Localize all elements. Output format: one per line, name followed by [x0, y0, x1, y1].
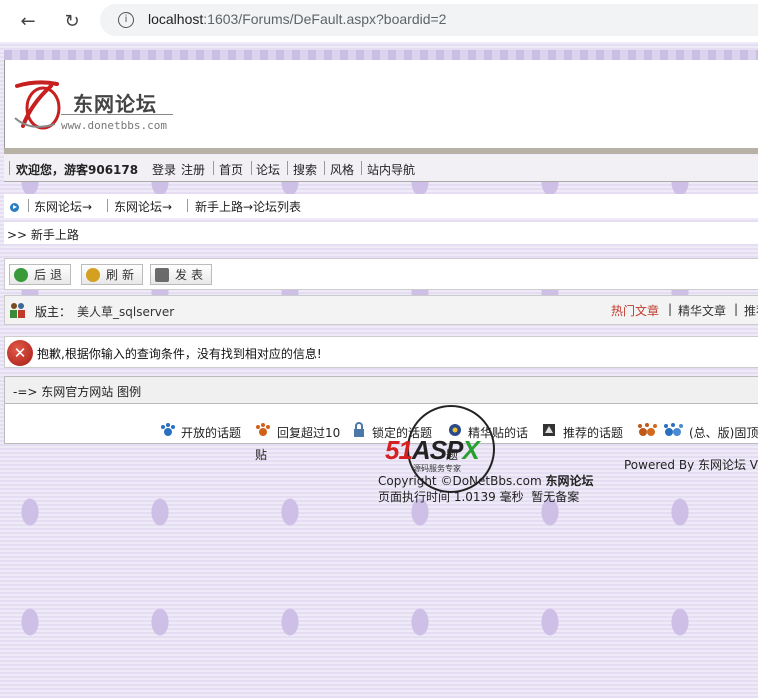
top-decor-strip [4, 50, 758, 60]
powered-by: Powered By 东网论坛 V [624, 458, 758, 472]
link-separator: | [734, 302, 739, 316]
forum-page: 东网论坛 www.donetbbs.com 欢迎您，游客906178 登录 注册… [0, 42, 758, 698]
paw-blue-icon [161, 423, 175, 436]
recommended-link[interactable]: 推荐 [744, 302, 758, 319]
error-box: ✕ 抱歉,根据你输入的查询条件，没有找到相对应的信息! [4, 336, 758, 368]
legend-header: -=> 东网官方网站 图例 [5, 377, 758, 404]
error-message: 抱歉,根据你输入的查询条件，没有找到相对应的信息! [37, 347, 322, 361]
moderator-label: 版主： [35, 305, 72, 319]
watermark-text: 51ASPX [385, 435, 480, 465]
browser-toolbar: ← ↻ i localhost:1603/Forums/DeFault.aspx… [0, 0, 758, 43]
paw-double-blue-icon [664, 423, 683, 436]
moderator-bar: 版主： 美人草_sqlserver 热门文章 | 精华文章 | 推荐 [4, 295, 758, 325]
refresh-button-label: 刷新 [106, 268, 139, 282]
pencil-icon [155, 267, 169, 282]
info-icon[interactable]: i [118, 12, 134, 28]
legend-hot-topic-wrap: 贴 [255, 448, 268, 462]
breadcrumb-separator [107, 199, 108, 212]
back-button[interactable]: 后退 [9, 264, 71, 285]
post-button[interactable]: 发表 [150, 264, 212, 285]
breadcrumb-separator [28, 199, 29, 212]
legend-icons: 开放的话题 回复超过10 贴 锁定的话题 精华贴的话 题 推荐的话题 (总、版)… [0, 420, 758, 462]
reload-icon[interactable]: ↻ [60, 9, 84, 33]
header-divider [4, 148, 758, 154]
breadcrumb-item-current[interactable]: 新手上路→论坛列表 [195, 198, 301, 215]
menu-item-search[interactable]: 搜索 [293, 161, 317, 178]
menu-separator [361, 161, 362, 175]
breadcrumb: 东网论坛→ 东网论坛→ 新手上路→论坛列表 [4, 194, 758, 218]
board-path: >> 新手上路 [4, 222, 758, 244]
breadcrumb-separator [187, 199, 188, 212]
paw-orange-icon [256, 423, 270, 436]
menu-item-home[interactable]: 首页 [219, 161, 243, 178]
hot-articles-link[interactable]: 热门文章 [611, 302, 659, 319]
logo-url: www.donetbbs.com [61, 119, 167, 132]
refresh-button[interactable]: 刷新 [81, 264, 143, 285]
menu-separator [213, 161, 214, 175]
legend-hot-topic: 回复超过10 [277, 426, 341, 440]
lock-icon [354, 422, 364, 437]
address-url[interactable]: localhost:1603/Forums/DeFault.aspx?board… [148, 11, 446, 27]
exec-time: 页面执行时间 1.0139 毫秒 暂无备案 [378, 490, 580, 504]
back-button-label: 后退 [34, 268, 67, 282]
breadcrumb-item[interactable]: 东网论坛→ [34, 198, 92, 215]
register-link[interactable]: 注册 [181, 161, 205, 178]
legend-header-text: -=> 东网官方网站 图例 [13, 385, 142, 399]
menu-item-forum[interactable]: 论坛 [256, 161, 280, 178]
menu-separator [287, 161, 288, 175]
back-arrow-icon [14, 267, 28, 282]
copyright: Copyright ©DoNetBbs.com 东网论坛 [378, 474, 594, 488]
logo-title: 东网论坛 [73, 92, 157, 116]
site-header: 东网论坛 www.donetbbs.com [4, 60, 758, 148]
powered-by-link[interactable]: 东网论坛 V [698, 458, 758, 472]
link-separator: | [668, 302, 673, 316]
welcome-text: 欢迎您，游客906178 [16, 163, 139, 177]
logo-icon[interactable] [11, 78, 67, 134]
board-path-text: >> 新手上路 [7, 228, 79, 242]
essence-articles-link[interactable]: 精华文章 [678, 302, 726, 319]
recommend-icon [543, 424, 555, 436]
legend-recommended-topic: 推荐的话题 [563, 426, 624, 440]
bullet-icon [10, 203, 19, 212]
breadcrumb-item[interactable]: 东网论坛→ [114, 198, 172, 215]
error-icon: ✕ [7, 340, 33, 366]
moderator-names[interactable]: 美人草_sqlserver [77, 303, 174, 320]
legend-open-topic: 开放的话题 [181, 426, 242, 440]
action-toolbar: 后退 刷新 发表 [4, 258, 758, 290]
login-link[interactable]: 登录 [152, 161, 176, 178]
menu-item-style[interactable]: 风格 [330, 161, 354, 178]
menu-item-site-nav[interactable]: 站内导航 [367, 161, 415, 178]
moderators-icon [10, 303, 25, 318]
menu-separator [9, 161, 10, 175]
legend-pinned-topic: (总、版)固顶 [689, 426, 758, 440]
icp-text: 暂无备案 [531, 490, 580, 504]
menu-separator [324, 161, 325, 175]
logo-divider [61, 114, 173, 115]
main-menu: 欢迎您，游客906178 登录 注册 首页 论坛 搜索 风格 站内导航 [4, 155, 758, 182]
back-arrow-icon[interactable]: ← [16, 9, 40, 33]
post-button-label: 发表 [175, 268, 208, 282]
refresh-icon [86, 267, 100, 282]
menu-separator [251, 161, 252, 175]
paw-double-orange-icon [638, 423, 657, 436]
